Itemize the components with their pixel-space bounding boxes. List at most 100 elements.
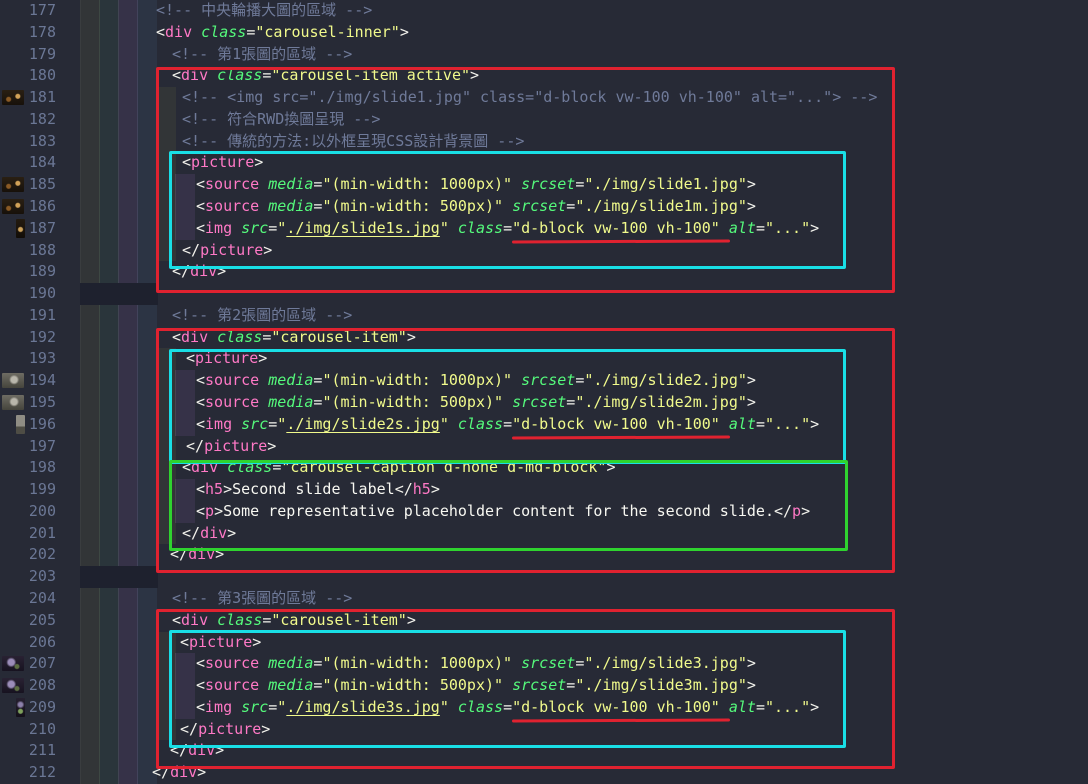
line-number[interactable]: 207 — [0, 653, 56, 675]
code-line[interactable]: 183 <!-- 傳統的方法:以外框呈現CSS設計背景圖 --> — [0, 131, 1088, 153]
code-line[interactable]: 186 <source media="(min-width: 500px)" sr… — [0, 196, 1088, 218]
line-number[interactable]: 204 — [0, 588, 56, 610]
code-text[interactable]: <source media="(min-width: 1000px)" srcs… — [196, 370, 756, 392]
line-number[interactable]: 191 — [0, 305, 56, 327]
code-line[interactable]: 179 <!-- 第1張圖的區域 --> — [0, 44, 1088, 66]
code-line[interactable]: 188 </picture> — [0, 240, 1088, 262]
code-text[interactable]: <div class="carousel-caption d-none d-md… — [182, 457, 615, 479]
code-line[interactable]: 205 <div class="carousel-item"> — [0, 610, 1088, 632]
code-text[interactable]: <source media="(min-width: 500px)" srcse… — [196, 392, 756, 414]
line-number[interactable]: 190 — [0, 283, 56, 305]
code-text[interactable]: <img src="./img/slide1s.jpg" class="d-bl… — [196, 218, 819, 240]
code-text[interactable]: </div> — [170, 544, 224, 566]
line-number[interactable]: 212 — [0, 762, 56, 784]
line-number[interactable]: 185 — [0, 174, 56, 196]
code-text[interactable]: <!-- <img src="./img/slide1.jpg" class="… — [182, 87, 877, 109]
code-line[interactable]: 180 <div class="carousel-item active"> — [0, 65, 1088, 87]
line-number[interactable]: 181 — [0, 87, 56, 109]
code-line[interactable]: 195 <source media="(min-width: 500px)" sr… — [0, 392, 1088, 414]
code-line[interactable]: 201 </div> — [0, 523, 1088, 545]
line-number[interactable]: 192 — [0, 327, 56, 349]
code-line[interactable]: 199 <h5>Second slide label</h5> — [0, 479, 1088, 501]
code-text[interactable]: <div class="carousel-inner"> — [156, 22, 409, 44]
code-text[interactable]: <picture> — [182, 152, 263, 174]
code-text[interactable]: <h5>Second slide label</h5> — [196, 479, 440, 501]
line-number[interactable]: 200 — [0, 501, 56, 523]
line-number[interactable]: 194 — [0, 370, 56, 392]
line-number[interactable]: 179 — [0, 44, 56, 66]
line-number[interactable]: 193 — [0, 348, 56, 370]
line-number[interactable]: 187 — [0, 218, 56, 240]
code-text[interactable]: <div class="carousel-item"> — [172, 327, 416, 349]
line-number[interactable]: 196 — [0, 414, 56, 436]
line-number[interactable]: 199 — [0, 479, 56, 501]
code-line[interactable]: 192 <div class="carousel-item"> — [0, 327, 1088, 349]
code-text[interactable]: </div> — [182, 523, 236, 545]
code-text[interactable]: <source media="(min-width: 500px)" srcse… — [196, 675, 756, 697]
code-line[interactable]: 187 <img src="./img/slide1s.jpg" class="d… — [0, 218, 1088, 240]
code-line[interactable]: 194 <source media="(min-width: 1000px)" s… — [0, 370, 1088, 392]
code-text[interactable]: <!-- 傳統的方法:以外框呈現CSS設計背景圖 --> — [182, 131, 524, 153]
code-text[interactable]: <p>Some representative placeholder conte… — [196, 501, 810, 523]
code-text[interactable]: <!-- 符合RWD換圖呈現 --> — [182, 109, 380, 131]
code-line[interactable]: 208 <source media="(min-width: 500px)" sr… — [0, 675, 1088, 697]
code-text[interactable]: <div class="carousel-item active"> — [172, 65, 479, 87]
line-number[interactable]: 188 — [0, 240, 56, 262]
line-number[interactable]: 206 — [0, 632, 56, 654]
line-number[interactable]: 201 — [0, 523, 56, 545]
line-number[interactable]: 205 — [0, 610, 56, 632]
code-line[interactable]: 184 <picture> — [0, 152, 1088, 174]
line-number[interactable]: 180 — [0, 65, 56, 87]
code-line[interactable]: 207<source media="(min-width: 1000px)" s… — [0, 653, 1088, 675]
code-line[interactable]: 191 <!-- 第2張圖的區域 --> — [0, 305, 1088, 327]
line-number[interactable]: 183 — [0, 131, 56, 153]
code-text[interactable]: <!-- 第3張圖的區域 --> — [172, 588, 352, 610]
code-text[interactable]: <!-- 第1張圖的區域 --> — [172, 44, 352, 66]
code-line[interactable]: 177 <!-- 中央輪播大圖的區域 --> — [0, 0, 1088, 22]
line-number[interactable]: 197 — [0, 436, 56, 458]
code-line[interactable]: 185 <source media="(min-width: 1000px)" s… — [0, 174, 1088, 196]
line-number[interactable]: 184 — [0, 152, 56, 174]
code-line[interactable]: 197</picture> — [0, 436, 1088, 458]
code-line[interactable]: 211 </div> — [0, 740, 1088, 762]
line-number[interactable]: 210 — [0, 719, 56, 741]
line-number[interactable]: 178 — [0, 22, 56, 44]
code-text[interactable]: </picture> — [180, 719, 270, 741]
code-line[interactable]: 212 </div> — [0, 762, 1088, 784]
code-text[interactable]: </div> — [172, 261, 226, 283]
code-text[interactable]: <div class="carousel-item"> — [172, 610, 416, 632]
code-line[interactable]: 200 <p>Some representative placeholder co… — [0, 501, 1088, 523]
line-number[interactable]: 182 — [0, 109, 56, 131]
code-line[interactable]: 178 <div class="carousel-inner"> — [0, 22, 1088, 44]
code-text[interactable]: <img src="./img/slide2s.jpg" class="d-bl… — [196, 414, 819, 436]
code-line[interactable]: 203 — [0, 566, 1088, 588]
code-text[interactable]: <source media="(min-width: 1000px)" srcs… — [196, 174, 756, 196]
code-line[interactable]: 202</div> — [0, 544, 1088, 566]
code-line[interactable]: 181 <!-- <img src="./img/slide1.jpg" clas… — [0, 87, 1088, 109]
code-line[interactable]: 209 <img src="./img/slide3s.jpg" class="d… — [0, 697, 1088, 719]
code-text[interactable]: <picture> — [180, 632, 261, 654]
code-text[interactable]: <picture> — [186, 348, 267, 370]
line-number[interactable]: 208 — [0, 675, 56, 697]
code-text[interactable]: <source media="(min-width: 500px)" srcse… — [196, 196, 756, 218]
line-number[interactable]: 203 — [0, 566, 56, 588]
code-editor[interactable]: 177 <!-- 中央輪播大圖的區域 --> 178 <div class="caro… — [0, 0, 1088, 784]
code-line[interactable]: 193 <picture> — [0, 348, 1088, 370]
code-text[interactable]: </picture> — [182, 240, 272, 262]
code-line[interactable]: 196 <img src="./img/slide2s.jpg" class="d… — [0, 414, 1088, 436]
line-number[interactable]: 189 — [0, 261, 56, 283]
code-line[interactable]: 190 — [0, 283, 1088, 305]
code-line[interactable]: 204 <!-- 第3張圖的區域 --> — [0, 588, 1088, 610]
code-text[interactable]: <img src="./img/slide3s.jpg" class="d-bl… — [196, 697, 819, 719]
line-number[interactable]: 209 — [0, 697, 56, 719]
line-number[interactable]: 198 — [0, 457, 56, 479]
code-text[interactable]: </div> — [170, 740, 224, 762]
code-text[interactable]: <!-- 第2張圖的區域 --> — [172, 305, 352, 327]
code-text[interactable]: <!-- 中央輪播大圖的區域 --> — [156, 0, 372, 22]
line-number[interactable]: 186 — [0, 196, 56, 218]
code-text[interactable]: </div> — [152, 762, 206, 784]
line-number[interactable]: 177 — [0, 0, 56, 22]
line-number[interactable]: 211 — [0, 740, 56, 762]
code-line[interactable]: 189 </div> — [0, 261, 1088, 283]
line-number[interactable]: 195 — [0, 392, 56, 414]
